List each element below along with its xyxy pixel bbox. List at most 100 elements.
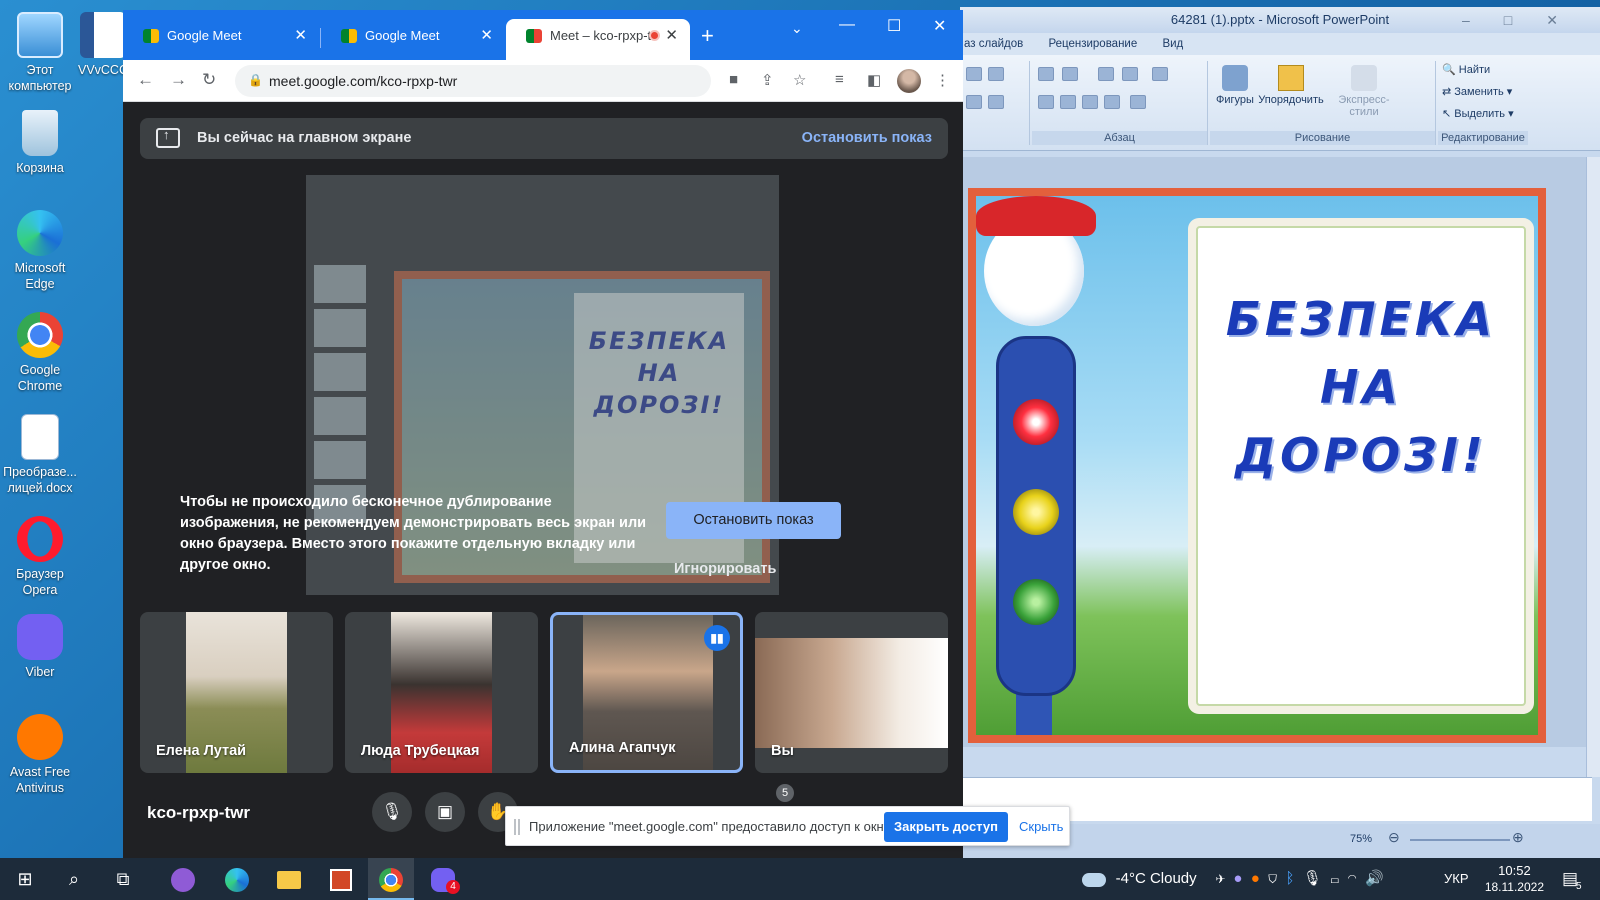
replace-button[interactable]: ⇄ Заменить ▾ [1442,85,1512,98]
ribbon-tab-slideshow[interactable]: аз слайдов [964,38,1023,50]
microphone-button[interactable]: 🎙 [372,792,412,832]
url-text[interactable]: meet.google.com/kco-rpxp-twr [269,73,457,89]
slide-canvas[interactable]: БЕЗПЕКА НА ДОРОЗІ! [960,157,1592,747]
ignore-button[interactable]: Игнорировать [674,561,776,577]
address-bar[interactable]: 🔒 meet.google.com/kco-rpxp-twr [235,65,711,97]
start-button[interactable]: ⊞ [2,858,48,900]
preview-slide-line-2: НА [637,359,681,387]
reload-icon[interactable]: ↻ [202,70,216,90]
task-view-icon: ⧉ [116,869,130,889]
numbering-icon[interactable] [1062,67,1078,81]
tab-label: Google Meet [365,28,440,43]
slide[interactable]: БЕЗПЕКА НА ДОРОЗІ! [968,188,1546,743]
close-icon[interactable]: ✕ [294,19,307,53]
desktop-icon-opera[interactable]: Браузер Opera [0,516,80,598]
font-color-icon[interactable] [988,95,1004,109]
volume-icon: 🔊 [1365,870,1384,887]
zoom-in-icon[interactable]: ⊕ [1512,829,1524,846]
columns-icon[interactable] [1130,95,1146,109]
menu-kebab-icon[interactable]: ⋮ [935,71,950,89]
font-size-icon[interactable] [966,67,982,81]
meet-favicon-icon [143,29,159,43]
taskbar-powerpoint[interactable] [318,858,364,900]
shapes-button[interactable]: Фигуры [1212,65,1258,106]
find-button[interactable]: 🔍 Найти [1442,63,1490,76]
taskbar-edge[interactable] [214,858,260,900]
weather-widget[interactable]: -4°C Cloudy [1082,858,1197,900]
tab-meet-active[interactable]: Meet – kco-rpxp-t ✕ [506,19,690,60]
font-color-icon[interactable] [966,95,982,109]
stop-sharing-button[interactable]: Закрыть доступ [884,812,1008,842]
forward-arrow-icon[interactable]: → [170,70,187,90]
taskbar-chrome[interactable] [368,858,414,900]
side-panel-icon[interactable]: ◧ [867,71,881,89]
participant-tile[interactable]: Люда Трубецкая [345,612,538,773]
ribbon-tab-review[interactable]: Рецензирование [1048,38,1137,50]
align-center-icon[interactable] [1060,95,1076,109]
desktop-icon-avast[interactable]: Avast Free Antivirus [0,714,80,796]
indent-icon[interactable] [1098,67,1114,81]
ribbon-tab-view[interactable]: Вид [1162,38,1183,50]
edge-icon [225,868,249,893]
traffic-light-illustration [996,336,1076,696]
line-spacing-icon[interactable] [1152,67,1168,81]
close-window-button[interactable]: ✕ [933,16,946,36]
desktop-icon-edge[interactable]: Microsoft Edge [0,210,80,292]
select-button[interactable]: ↖ Выделить ▾ [1442,107,1514,120]
quick-styles-button[interactable]: Экспресс-стили [1324,65,1404,118]
bullets-icon[interactable] [1038,67,1054,81]
camera-button[interactable]: ▣ [425,792,465,832]
window-controls[interactable]: –□✕ [1462,7,1592,33]
task-view-button[interactable]: ⧉ [100,858,146,900]
microphone-tray-icon: 🎙 [1302,870,1322,887]
tab-google-meet-1[interactable]: Google Meet ✕ [123,19,319,60]
vertical-scrollbar[interactable] [1586,157,1600,777]
system-clock[interactable]: 10:52 18.11.2022 [1485,863,1544,895]
desktop-icon-chrome[interactable]: Google Chrome [0,312,80,394]
notification-center-button[interactable]: ▤ 5 [1562,858,1582,900]
back-arrow-icon[interactable]: ← [137,70,154,90]
align-right-icon[interactable] [1082,95,1098,109]
zoom-slider[interactable] [1410,839,1510,841]
desktop-icon-docx[interactable]: Преобразе... лицей.docx [0,414,80,496]
participant-tile[interactable]: Елена Лутай [140,612,333,773]
microphone-icon: 🎙 [381,802,403,821]
tab-search-chevron-icon[interactable]: ⌄ [791,20,803,37]
align-left-icon[interactable] [1038,95,1054,109]
network-activity-icon: ✈ [1216,870,1226,887]
tab-google-meet-2[interactable]: Google Meet ✕ [321,19,505,60]
arrange-button[interactable]: Упорядочить [1256,65,1326,106]
participant-tile-self[interactable]: Вы [755,612,948,773]
share-icon[interactable]: ⇪ [761,71,774,89]
maximize-button[interactable]: ☐ [887,16,901,36]
minimize-button[interactable]: — [839,16,855,34]
media-control-icon[interactable]: ≡ [835,71,844,88]
desktop-icon-label: Браузер Opera [16,567,64,597]
stop-presenting-button[interactable]: Остановить показ [666,502,841,539]
taskbar-viber[interactable]: 4 [420,858,466,900]
close-icon[interactable]: ✕ [665,19,678,53]
tray-icons[interactable]: ✈ ● ● ⛉ ᛒ 🎙 ▭ ◠ 🔊 [1216,858,1384,900]
yellow-lamp [1013,489,1059,535]
banner-stop-presenting-button[interactable]: Остановить показ [802,130,932,146]
zoom-level: 75% [1350,833,1373,845]
search-button[interactable]: ⌕ [51,858,97,900]
hide-notice-button[interactable]: Скрыть [1019,819,1063,834]
drag-handle-icon[interactable] [514,819,520,835]
participant-name: Елена Лутай [156,743,247,759]
taskbar-file-explorer[interactable] [266,858,312,900]
desktop-icon-recycle-bin[interactable]: Корзина [0,110,80,176]
desktop-icon-viber[interactable]: Viber [0,614,80,680]
profile-avatar[interactable] [897,69,921,93]
participant-tile-active-speaker[interactable]: ▮▮ Алина Агапчук [550,612,743,773]
indent-icon[interactable] [1122,67,1138,81]
font-size-icon[interactable] [988,67,1004,81]
justify-icon[interactable] [1104,95,1120,109]
camera-icon[interactable]: ■ [729,71,738,88]
taskbar-cortana[interactable] [160,858,206,900]
input-language[interactable]: УКР [1444,858,1469,900]
close-icon[interactable]: ✕ [480,19,493,53]
zoom-out-icon[interactable]: ⊖ [1388,829,1400,846]
new-tab-button[interactable]: + [701,23,714,49]
bookmark-star-icon[interactable]: ☆ [793,71,806,89]
